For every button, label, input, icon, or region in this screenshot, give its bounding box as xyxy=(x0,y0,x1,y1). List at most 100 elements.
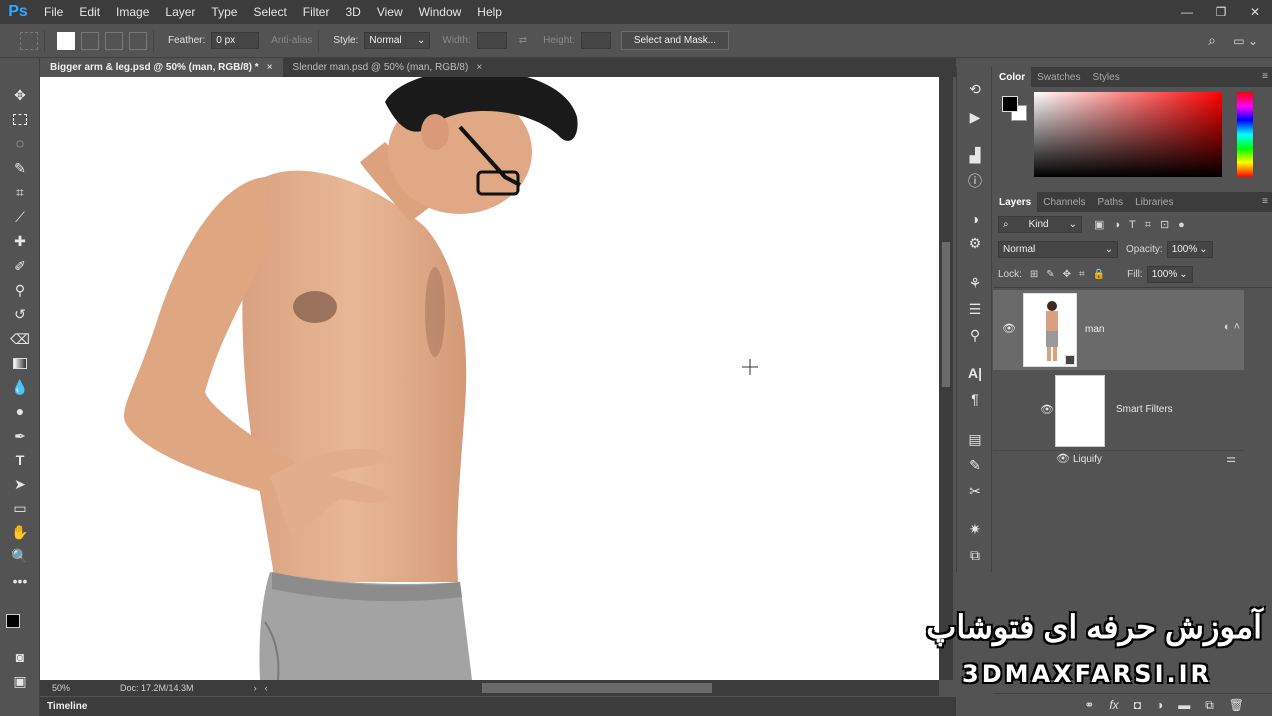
document-canvas[interactable] xyxy=(40,77,939,680)
filter-type-icons[interactable]: ▣◑T⌗⊡● xyxy=(1094,218,1194,232)
swap-icon[interactable]: ⇄ xyxy=(519,35,527,46)
info-icon[interactable]: ⓘ xyxy=(963,171,987,191)
character-icon[interactable]: A| xyxy=(963,363,987,383)
scroll-thumb[interactable] xyxy=(942,242,950,387)
scroll-left-icon[interactable]: ‹ xyxy=(265,683,268,693)
tab-color[interactable]: Color xyxy=(993,67,1032,87)
visibility-eye-icon[interactable]: 👁 xyxy=(1056,452,1070,465)
hand-tool-icon[interactable]: ✋ xyxy=(6,521,34,543)
tab-layers[interactable]: Layers xyxy=(993,192,1038,212)
color-spectrum-field[interactable] xyxy=(1034,92,1222,177)
libraries-icon[interactable]: ▤ xyxy=(963,429,987,449)
add-selection-icon[interactable] xyxy=(81,31,99,50)
filter-blending-options-icon[interactable]: ⚌ xyxy=(1226,452,1236,465)
rectangle-tool-icon[interactable]: ▭ xyxy=(6,497,34,519)
new-layer-icon[interactable]: ⧉ xyxy=(1205,698,1214,713)
notes-icon[interactable]: ✎ xyxy=(963,455,987,475)
actions-play-icon[interactable]: ▶ xyxy=(963,107,987,127)
menu-file[interactable]: File xyxy=(36,5,71,19)
history-icon[interactable]: ⟲ xyxy=(963,79,987,99)
workspace-icon[interactable]: ▭ ⌄ xyxy=(1233,34,1258,48)
properties-icon[interactable]: ☰ xyxy=(963,299,987,319)
tab-slender-man[interactable]: Slender man.psd @ 50% (man, RGB/8) × xyxy=(283,58,493,77)
visibility-eye-icon[interactable]: 👁 xyxy=(1040,403,1054,416)
histogram-icon[interactable]: ▟ xyxy=(963,145,987,165)
quick-mask-icon[interactable]: ◙ xyxy=(6,646,34,668)
3d-icon[interactable]: ✷ xyxy=(963,519,987,539)
status-arrow-icon[interactable]: › xyxy=(254,683,257,693)
foreground-color-swatch[interactable] xyxy=(6,614,20,628)
layer-comps-icon[interactable]: ⧉ xyxy=(963,545,987,565)
blur-tool-icon[interactable]: 💧 xyxy=(6,376,34,398)
pen-tool-icon[interactable]: ✒ xyxy=(6,425,34,447)
feather-input[interactable]: 0 px xyxy=(211,32,260,49)
doc-size[interactable]: Doc: 17.2M/14.3M xyxy=(120,683,194,693)
screen-mode-icon[interactable]: ▣ xyxy=(6,670,34,692)
trash-icon[interactable]: 🗑 xyxy=(1229,698,1244,712)
intersect-selection-icon[interactable] xyxy=(129,31,147,50)
search-icon[interactable]: ⌕ xyxy=(1208,32,1216,49)
lock-icons[interactable]: ⊞✎✥⌗🔒 xyxy=(1030,269,1113,280)
menu-type[interactable]: Type xyxy=(203,5,245,19)
paragraph-icon[interactable]: ¶ xyxy=(963,389,987,409)
brush-settings-icon[interactable]: ⚘ xyxy=(963,273,987,293)
blend-mode-select[interactable]: Normal ⌄ xyxy=(998,241,1118,258)
new-group-icon[interactable]: ▬ xyxy=(1178,698,1190,712)
new-selection-icon[interactable] xyxy=(57,31,75,50)
gradient-tool-icon[interactable] xyxy=(6,352,34,374)
tab-swatches[interactable]: Swatches xyxy=(1031,67,1086,87)
close-icon[interactable]: ✕ xyxy=(1238,0,1272,24)
filter-mask-thumbnail[interactable] xyxy=(1055,375,1105,447)
kind-filter-select[interactable]: ⌕ Kind ⌄ xyxy=(998,216,1082,233)
path-selection-tool-icon[interactable]: ➤ xyxy=(6,473,34,495)
hue-slider[interactable] xyxy=(1237,92,1253,177)
crop-tool-icon[interactable]: ⌗ xyxy=(6,181,34,203)
rectangular-marquee-tool-icon[interactable] xyxy=(6,108,34,130)
foreground-color-swatch[interactable] xyxy=(1002,96,1018,112)
history-brush-tool-icon[interactable]: ↺ xyxy=(6,303,34,325)
layer-style-fx-icon[interactable]: fx xyxy=(1109,698,1118,712)
menu-image[interactable]: Image xyxy=(108,5,157,19)
type-tool-icon[interactable]: T xyxy=(6,449,34,471)
adjustments-icon[interactable]: ◑ xyxy=(963,209,987,229)
menu-layer[interactable]: Layer xyxy=(157,5,203,19)
zoom-level[interactable]: 50% xyxy=(52,683,70,693)
panel-menu-icon[interactable]: ≡ xyxy=(1262,71,1268,82)
restore-icon[interactable]: ❐ xyxy=(1204,0,1238,24)
minimize-icon[interactable]: — xyxy=(1170,0,1204,24)
tab-styles[interactable]: Styles xyxy=(1086,67,1125,87)
opacity-input[interactable]: 100% ⌄ xyxy=(1166,241,1213,258)
layer-man[interactable]: 👁 man ◐ ˄ xyxy=(993,290,1244,370)
marquee-tool-preset-icon[interactable] xyxy=(20,31,38,50)
horizontal-scroll-thumb[interactable] xyxy=(482,683,712,693)
more-tools-icon[interactable]: ••• xyxy=(6,570,34,592)
tool-presets-icon[interactable]: ✂ xyxy=(963,481,987,501)
quick-selection-tool-icon[interactable]: ✎ xyxy=(6,157,34,179)
tab-libraries[interactable]: Libraries xyxy=(1129,192,1179,212)
menu-filter[interactable]: Filter xyxy=(295,5,338,19)
add-mask-icon[interactable]: ◘ xyxy=(1134,698,1141,712)
menu-3d[interactable]: 3D xyxy=(337,5,368,19)
zoom-tool-icon[interactable]: 🔍 xyxy=(6,545,34,567)
filter-liquify-row[interactable]: 👁 Liquify ⚌ xyxy=(993,450,1244,467)
smart-filters-row[interactable]: 👁 Smart Filters xyxy=(993,370,1244,450)
vertical-scrollbar[interactable] xyxy=(939,77,953,680)
height-input[interactable] xyxy=(580,32,611,49)
menu-view[interactable]: View xyxy=(369,5,411,19)
menu-window[interactable]: Window xyxy=(411,5,470,19)
visibility-eye-icon[interactable]: 👁 xyxy=(1002,322,1016,335)
adjustment-layer-icon[interactable]: ◑ xyxy=(1156,698,1163,712)
navigator-icon[interactable]: ⚙ xyxy=(963,233,987,253)
panel-menu-icon[interactable]: ≡ xyxy=(1262,196,1268,207)
menu-select[interactable]: Select xyxy=(245,5,294,19)
antialias-checkbox[interactable]: Anti-alias xyxy=(271,35,312,46)
tab-channels[interactable]: Channels xyxy=(1037,192,1091,212)
fill-input[interactable]: 100% ⌄ xyxy=(1146,266,1193,283)
healing-brush-tool-icon[interactable]: ✚ xyxy=(6,230,34,252)
close-tab-icon[interactable]: × xyxy=(476,62,482,73)
brush-tool-icon[interactable]: ✐ xyxy=(6,255,34,277)
subtract-selection-icon[interactable] xyxy=(105,31,123,50)
move-tool-icon[interactable]: ✥ xyxy=(6,84,34,106)
eraser-tool-icon[interactable]: ⌫ xyxy=(6,328,34,350)
dodge-tool-icon[interactable]: ● xyxy=(6,400,34,422)
